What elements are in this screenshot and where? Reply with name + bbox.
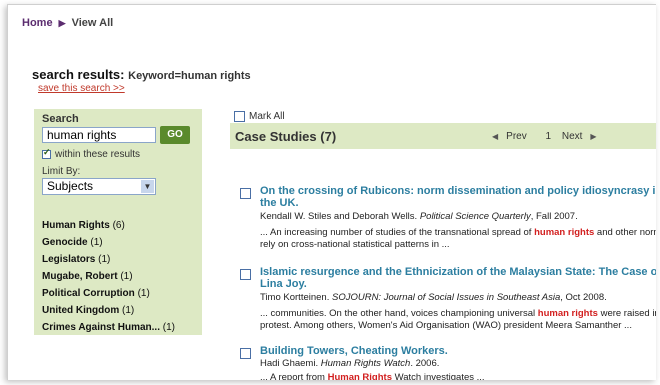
page-number[interactable]: 1 xyxy=(546,131,552,142)
save-search-link[interactable]: save this search >> xyxy=(38,83,125,94)
result-title-link[interactable]: Islamic resurgence and the Ethnicization… xyxy=(260,266,656,290)
result-snippet: ... A report from Human Rights Watch inv… xyxy=(260,372,485,380)
pager: ◀ Prev 1 Next ▶ xyxy=(492,131,613,142)
checkbox-checked-icon[interactable] xyxy=(42,147,51,159)
triangle-right-icon: ▶ xyxy=(590,132,597,141)
triangle-left-icon: ◀ xyxy=(492,132,499,141)
result-item: Building Towers, Cheating Workers. Hadi … xyxy=(240,345,656,380)
results-keyword: Keyword=human rights xyxy=(128,70,251,82)
facet-item[interactable]: Crimes Against Human... (1) xyxy=(42,319,175,336)
mark-all-checkbox[interactable]: Mark All xyxy=(234,111,285,122)
search-results-header: search results: Keyword=human rights xyxy=(32,67,251,82)
facet-item[interactable]: United Kingdom (1) xyxy=(42,302,175,319)
within-results-label: within these results xyxy=(55,149,141,160)
breadcrumb-current: View All xyxy=(71,17,114,29)
result-checkbox[interactable] xyxy=(240,348,251,359)
breadcrumb: Home ▶ View All xyxy=(22,17,113,29)
results-label: search results: xyxy=(32,67,125,82)
checkbox-icon[interactable] xyxy=(234,111,245,122)
limit-by-value: Subjects xyxy=(47,179,94,193)
limit-by-select[interactable]: Subjects ▼ xyxy=(42,178,156,195)
section-title: Case Studies (7) xyxy=(235,129,337,144)
result-snippet: ... communities. On the other hand, voic… xyxy=(260,308,656,331)
go-button[interactable]: GO xyxy=(160,126,190,144)
section-bar: Case Studies (7) ◀ Prev 1 Next ▶ xyxy=(230,123,656,149)
facet-item[interactable]: Mugabe, Robert (1) xyxy=(42,268,175,285)
limit-by-label: Limit By: xyxy=(42,166,81,177)
breadcrumb-home-link[interactable]: Home xyxy=(22,17,53,29)
page-frame: Home ▶ View All search results: Keyword=… xyxy=(7,4,656,380)
breadcrumb-arrow-icon: ▶ xyxy=(58,18,66,28)
result-title-link[interactable]: On the crossing of Rubicons: norm dissem… xyxy=(260,185,656,209)
facet-item[interactable]: Political Corruption (1) xyxy=(42,285,175,302)
result-citation: Hadi Ghaemi. Human Rights Watch. 2006. xyxy=(260,358,440,369)
next-link[interactable]: Next ▶ xyxy=(562,131,605,142)
facet-item[interactable]: Legislators (1) xyxy=(42,251,175,268)
sidebar-heading: Search xyxy=(42,113,79,125)
facet-item[interactable]: Genocide (1) xyxy=(42,234,175,251)
search-sidebar: Search human rights GO within these resu… xyxy=(34,109,202,335)
chevron-down-icon[interactable]: ▼ xyxy=(141,180,154,193)
result-item: Islamic resurgence and the Ethnicization… xyxy=(240,266,656,336)
result-item: On the crossing of Rubicons: norm dissem… xyxy=(240,185,656,255)
result-checkbox[interactable] xyxy=(240,269,251,280)
result-citation: Timo Kortteinen. SOJOURN: Journal of Soc… xyxy=(260,292,607,303)
within-results-checkbox[interactable]: within these results xyxy=(42,147,141,160)
mark-all-label: Mark All xyxy=(249,111,285,122)
facet-item[interactable]: Human Rights (6) xyxy=(42,217,175,234)
result-snippet: ... An increasing number of studies of t… xyxy=(260,227,656,250)
result-title-link[interactable]: Building Towers, Cheating Workers. xyxy=(260,345,656,357)
result-checkbox[interactable] xyxy=(240,188,251,199)
prev-link[interactable]: ◀ Prev xyxy=(492,131,535,142)
search-input[interactable]: human rights xyxy=(42,127,156,143)
result-citation: Kendall W. Stiles and Deborah Wells. Pol… xyxy=(260,211,578,222)
facet-list: Human Rights (6) Genocide (1) Legislator… xyxy=(42,217,175,336)
